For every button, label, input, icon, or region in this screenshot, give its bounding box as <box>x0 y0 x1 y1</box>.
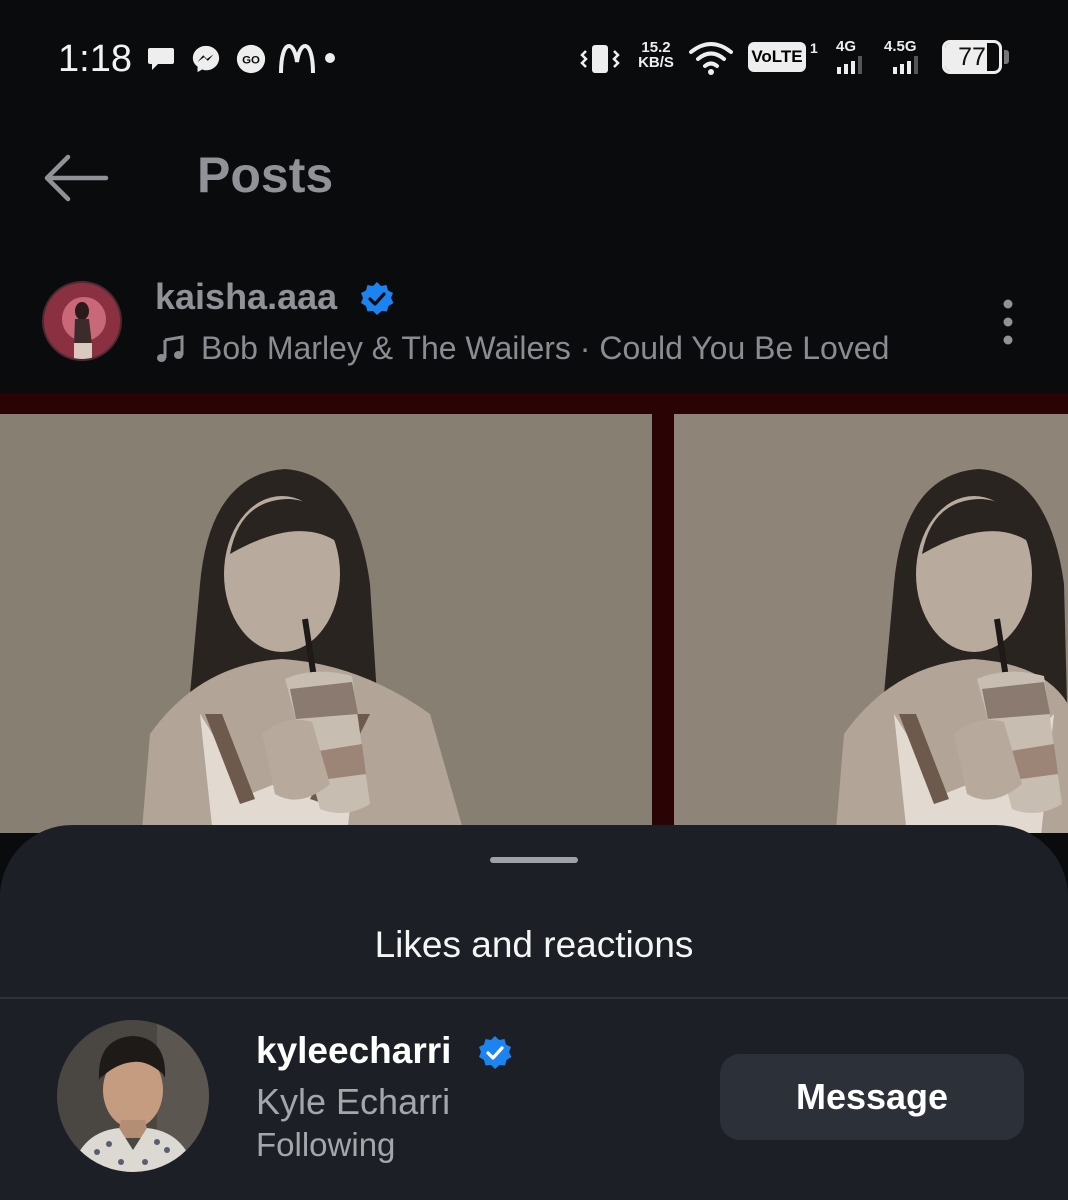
volte-badge: VoLTE <box>748 42 806 72</box>
page-title: Posts <box>197 147 334 203</box>
sheet-drag-handle[interactable] <box>490 857 578 863</box>
sheet-divider <box>0 997 1068 999</box>
music-note-icon <box>157 335 184 362</box>
battery-nub <box>1004 50 1009 64</box>
svg-text:GO: GO <box>242 54 260 66</box>
battery-level: 77 <box>958 43 986 71</box>
status-time: 1:18 <box>58 38 132 80</box>
avatar-photo <box>44 283 120 359</box>
signal-icon-2 <box>893 56 918 74</box>
more-notifications-dot <box>325 53 335 63</box>
post-photo-2 <box>674 414 1068 833</box>
liker-avatar[interactable] <box>57 1020 209 1172</box>
messenger-icon <box>192 45 220 73</box>
back-arrow-icon[interactable] <box>40 150 112 206</box>
network-speed: 15.2 KB/S <box>638 39 674 71</box>
go-icon: GO <box>236 44 266 74</box>
post-author-username[interactable]: kaisha.aaa <box>155 276 337 318</box>
mcdonalds-icon <box>279 44 315 74</box>
network-type-1: 4G <box>836 38 857 55</box>
liker-avatar-photo <box>57 1020 209 1172</box>
network-type-2: 4.5G <box>884 38 917 55</box>
sim-slot: 1 <box>810 40 818 56</box>
message-button[interactable]: Message <box>720 1054 1024 1140</box>
verified-badge-icon <box>479 1036 512 1069</box>
liker-follow-status: Following <box>256 1126 396 1163</box>
liker-username[interactable]: kyleecharri <box>256 1030 451 1072</box>
battery-icon: 77 <box>942 40 1002 74</box>
status-bar: 1:18 GO 15.2 KB/S VoLTE 1 4G 4.5G 77 <box>0 0 1068 115</box>
more-options-icon[interactable] <box>990 298 1026 346</box>
post-author-avatar[interactable] <box>42 281 122 361</box>
chat-bubble-icon <box>148 48 174 70</box>
post-media[interactable] <box>0 393 1068 833</box>
signal-icon-1 <box>837 56 862 74</box>
sheet-title: Likes and reactions <box>374 924 694 965</box>
post-music-info[interactable]: Bob Marley & The Wailers · Could You Be … <box>201 330 889 367</box>
liker-full-name: Kyle Echarri <box>256 1081 451 1122</box>
vibrate-icon <box>580 45 620 73</box>
verified-badge-icon <box>361 282 394 315</box>
wifi-icon <box>689 42 733 75</box>
post-photo-1 <box>0 414 652 833</box>
